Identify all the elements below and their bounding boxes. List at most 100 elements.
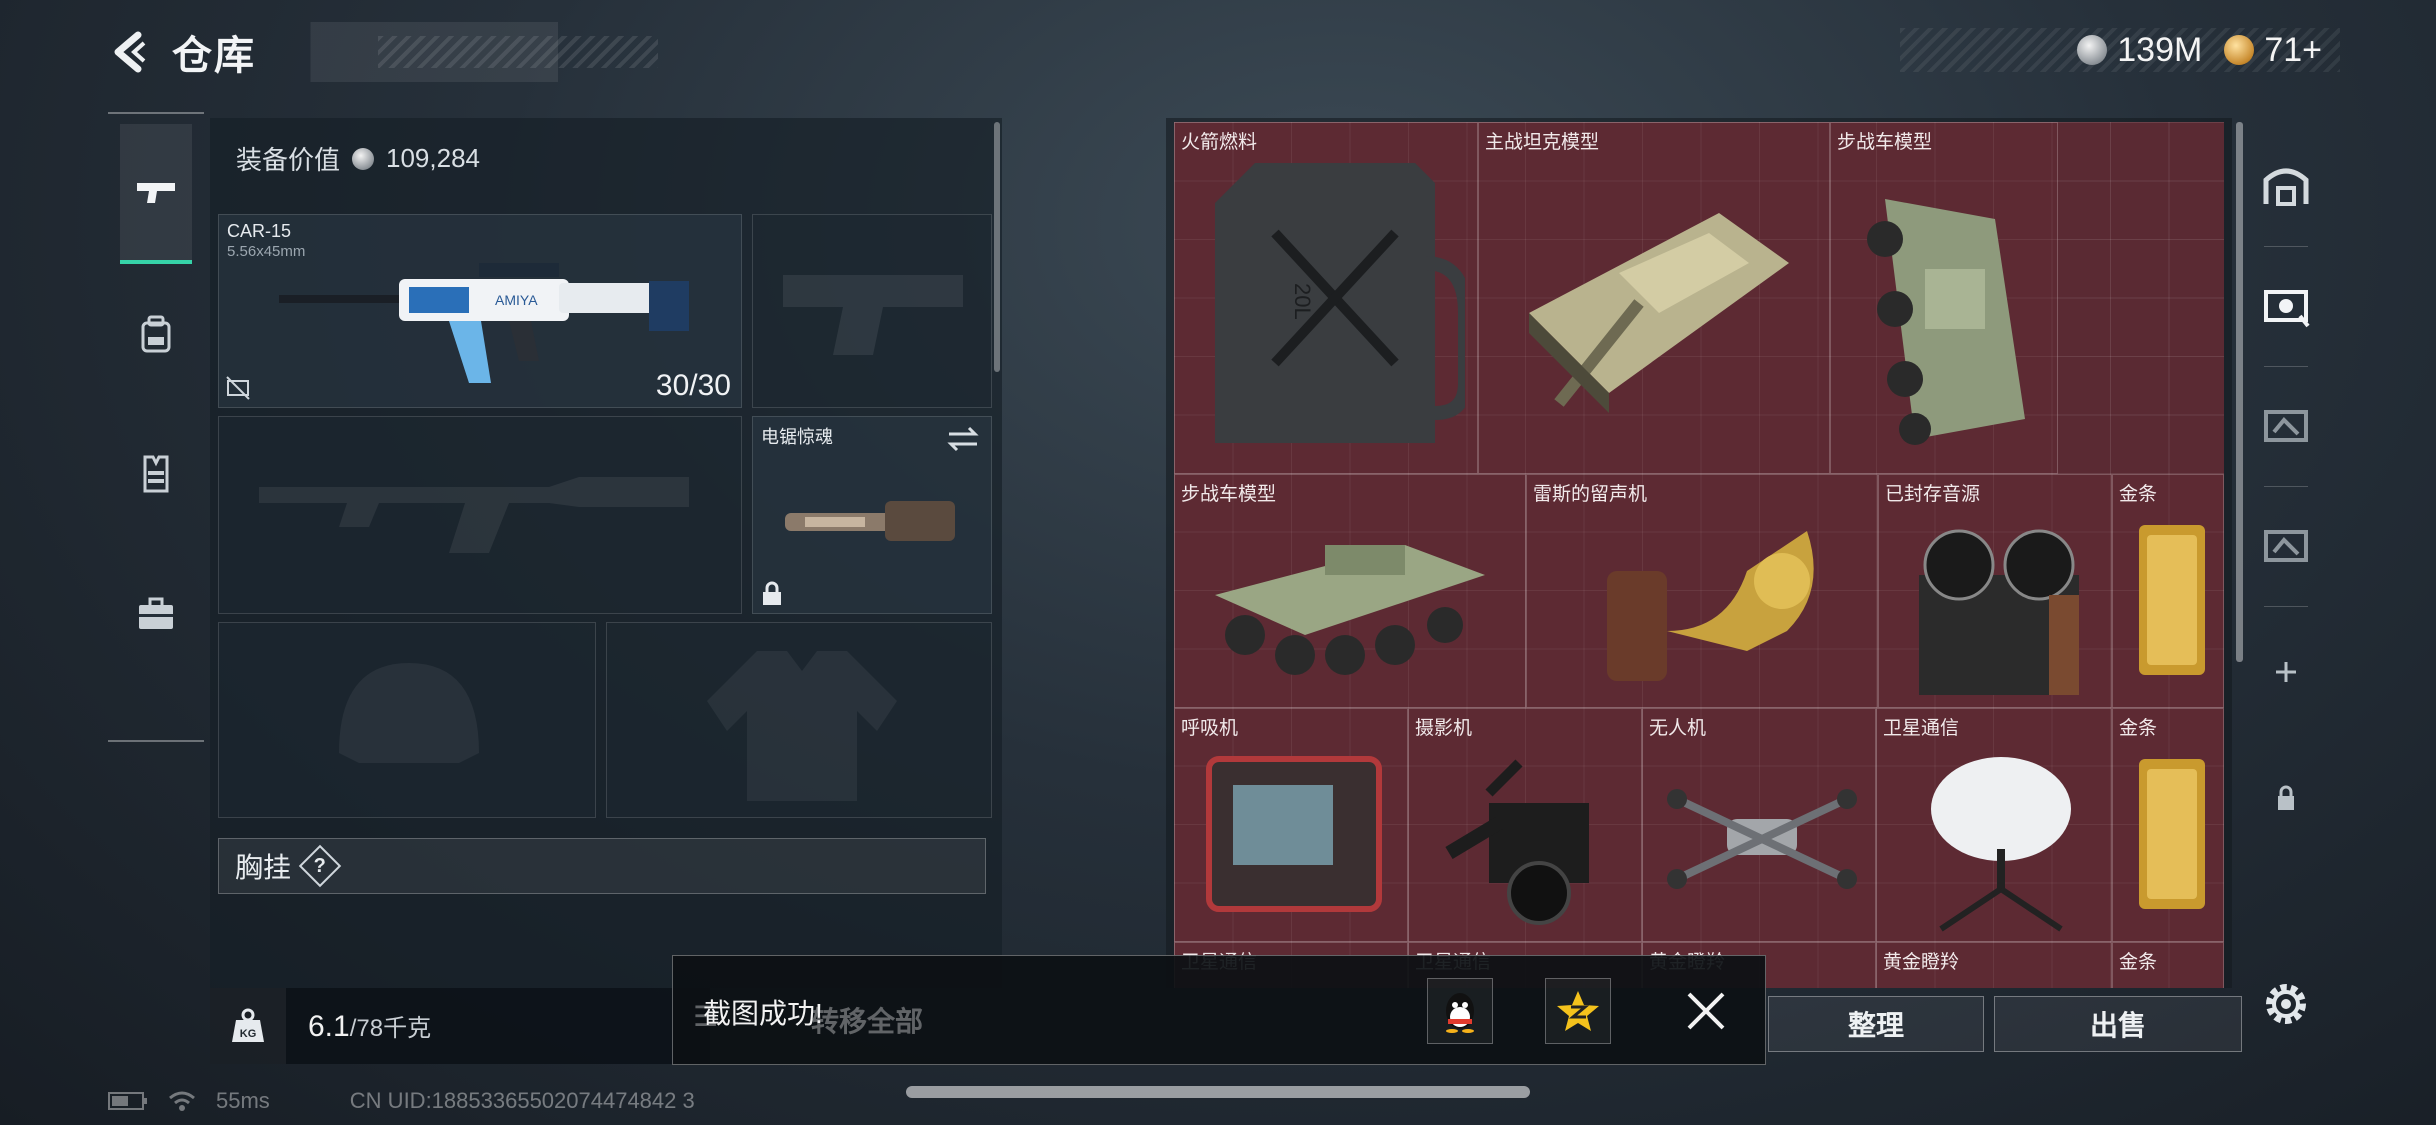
- storage-item[interactable]: 呼吸机: [1174, 708, 1408, 942]
- equipment-value-amount: 109,284: [386, 143, 480, 173]
- organize-button[interactable]: 整理: [1768, 996, 1984, 1052]
- ammo-count: 30/30: [655, 369, 731, 402]
- ping-readout: 55ms: [216, 1088, 270, 1113]
- storage-item[interactable]: 金条: [2112, 474, 2224, 708]
- helmet-slot[interactable]: [218, 622, 596, 818]
- page-title: 仓库: [172, 34, 256, 78]
- home-indicator[interactable]: [906, 1086, 1530, 1098]
- melee-name: 电锯惊魂: [761, 427, 833, 447]
- storage-item[interactable]: 卫星通信: [1876, 708, 2112, 942]
- drone-icon: [1667, 789, 1857, 889]
- item-label: 金条: [2119, 484, 2158, 505]
- assault-rifle-image: AMIYA: [279, 263, 689, 383]
- ventilator-icon: [1206, 756, 1382, 912]
- rail-item-storage-3[interactable]: [2254, 514, 2318, 578]
- item-label: 已封存音源: [1885, 484, 1981, 505]
- storage-item[interactable]: 雷斯的留声机: [1526, 474, 1878, 708]
- share-qq-button[interactable]: [1427, 978, 1493, 1044]
- storage-item[interactable]: 火箭燃料 20L: [1174, 122, 1478, 474]
- secondary-weapon-slot[interactable]: [218, 416, 742, 614]
- sell-button[interactable]: 出售: [1994, 996, 2242, 1052]
- qq-icon: [1446, 993, 1474, 1033]
- gold-coin-icon: [2224, 35, 2255, 65]
- storage-crate-icon: [2264, 410, 2308, 442]
- armor-placeholder-icon: [707, 651, 897, 801]
- item-label: 步战车模型: [1181, 484, 1277, 505]
- storage-item[interactable]: 黄金瞪羚: [1876, 942, 2112, 988]
- equipment-scrollbar[interactable]: [994, 122, 1000, 372]
- close-icon[interactable]: [1681, 986, 1731, 1036]
- nav-item-backpack[interactable]: [120, 264, 192, 404]
- no-durability-icon: [226, 376, 250, 400]
- vest-icon: [143, 455, 169, 493]
- item-label: 步战车模型: [1837, 132, 1933, 153]
- item-label: 雷斯的留声机: [1533, 484, 1648, 505]
- title-hatch-decoration: [378, 36, 658, 68]
- transfer-all-button[interactable]: 转移全部: [811, 1000, 923, 1040]
- storage-item[interactable]: 金条: [2112, 942, 2224, 988]
- storage-grid: 火箭燃料 20L 主战坦克模型 步战车模型 步战车模型 雷斯的留声机 已封存音源…: [1166, 118, 2232, 988]
- backpack-icon: [141, 315, 171, 353]
- helmet-placeholder-icon: [339, 663, 479, 763]
- back-arrow-icon[interactable]: [108, 29, 154, 75]
- storage-crate-icon: [2264, 530, 2308, 562]
- chest-rig-bar[interactable]: 胸挂 ?: [218, 838, 986, 894]
- equipment-value: 装备价值 109,284: [236, 140, 480, 177]
- rifle-placeholder-icon: [259, 477, 689, 553]
- qzone-icon: [1557, 991, 1599, 1031]
- battery-icon: [108, 1092, 147, 1110]
- storage-item[interactable]: 摄影机: [1408, 708, 1642, 942]
- gold-currency[interactable]: 71+: [2224, 31, 2322, 70]
- pistol-slot[interactable]: [752, 214, 992, 408]
- storage-item[interactable]: 步战车模型: [1174, 474, 1526, 708]
- player-uid: CN UID:18853365502074474842 3: [349, 1088, 695, 1113]
- swap-icon[interactable]: [945, 425, 981, 453]
- rail-item-home[interactable]: [2254, 154, 2318, 218]
- item-label: 黄金瞪羚: [1883, 952, 1960, 973]
- rail-item-storage-1[interactable]: [2254, 274, 2318, 338]
- tape-recorder-icon: [1919, 529, 2079, 695]
- storage-item[interactable]: 主战坦克模型: [1478, 122, 1830, 474]
- tank-icon: [1529, 213, 1789, 413]
- storage-item[interactable]: 已封存音源: [1878, 474, 2112, 708]
- ifv-icon: [1215, 545, 1485, 675]
- kg-weight-icon: KG: [210, 988, 286, 1064]
- item-label: 呼吸机: [1181, 718, 1239, 739]
- nav-item-vest[interactable]: [120, 404, 192, 544]
- chainsaw-image: [785, 501, 955, 541]
- add-storage-button[interactable]: [2254, 640, 2318, 704]
- toast-message: 截图成功!: [703, 998, 823, 1029]
- rail-item-storage-2[interactable]: [2254, 394, 2318, 458]
- item-label: 金条: [2119, 718, 2158, 739]
- gold-bar-icon: [2139, 759, 2205, 909]
- locked-storage-slot[interactable]: [2254, 766, 2318, 830]
- nav-item-weapons[interactable]: [120, 124, 192, 264]
- storage-item[interactable]: 无人机: [1642, 708, 1876, 942]
- storage-grid-cells: 火箭燃料 20L 主战坦克模型 步战车模型 步战车模型 雷斯的留声机 已封存音源…: [1174, 122, 2224, 988]
- gold-amount: 71+: [2264, 30, 2322, 69]
- storage-scrollbar[interactable]: [2236, 122, 2243, 662]
- lock-icon: [763, 581, 781, 605]
- armor-slot[interactable]: [606, 622, 992, 818]
- melee-slot[interactable]: 电锯惊魂: [752, 416, 992, 614]
- nav-item-case[interactable]: [120, 544, 192, 684]
- help-icon[interactable]: ?: [298, 844, 342, 888]
- silver-coin-icon: [2077, 35, 2108, 65]
- equipment-value-label: 装备价值: [236, 145, 341, 175]
- silver-currency[interactable]: 139M: [2077, 31, 2202, 70]
- svg-text:KG: KG: [240, 1028, 257, 1040]
- pistol-icon: [137, 183, 175, 203]
- settings-gear-icon[interactable]: [2258, 976, 2314, 1032]
- plus-icon: [2276, 662, 2296, 682]
- silver-coin-icon: [352, 147, 375, 170]
- item-label: 摄影机: [1415, 718, 1473, 739]
- item-label: 无人机: [1649, 718, 1707, 739]
- silver-amount: 139M: [2117, 30, 2203, 69]
- share-qzone-button[interactable]: [1545, 978, 1611, 1044]
- storage-item[interactable]: 金条: [2112, 708, 2224, 942]
- briefcase-icon: [139, 597, 173, 629]
- primary-weapon-slot[interactable]: CAR-15 5.56x45mm AMIYA 30/30: [218, 214, 742, 408]
- svg-text:AMIYA: AMIYA: [495, 292, 538, 308]
- storage-item[interactable]: 步战车模型: [1830, 122, 2058, 474]
- satellite-dish-icon: [1931, 757, 2071, 932]
